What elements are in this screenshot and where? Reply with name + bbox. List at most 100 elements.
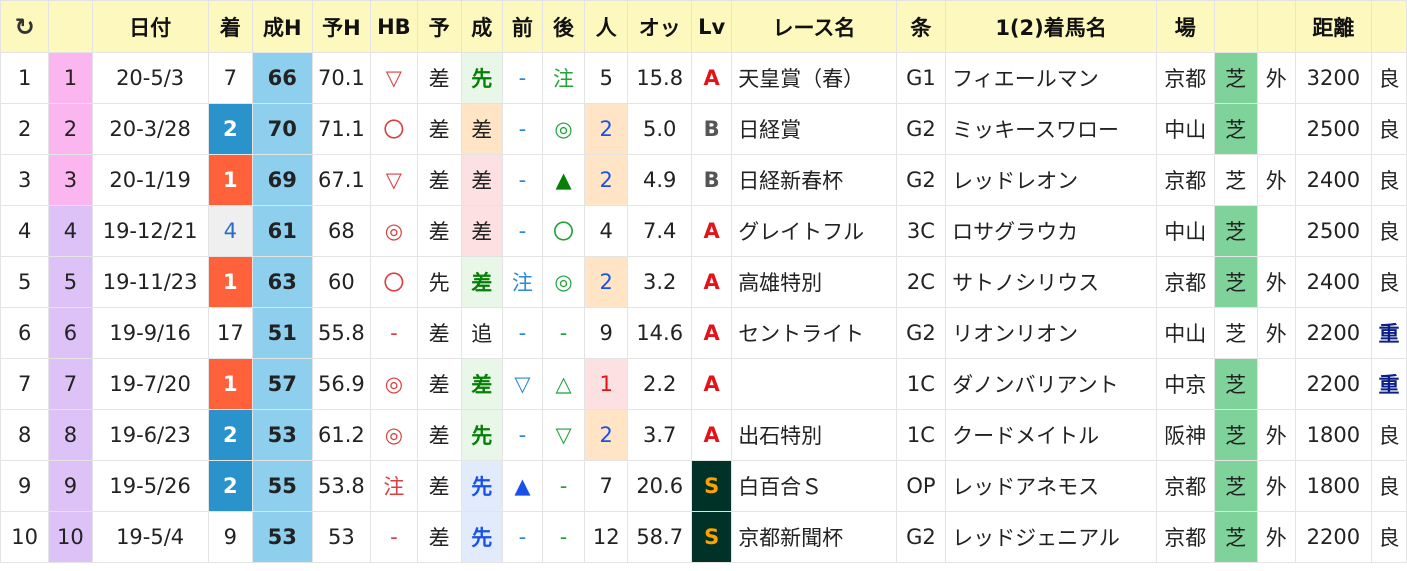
race-name[interactable]: グレイトフル	[731, 205, 897, 257]
header-sei[interactable]: 成	[460, 0, 503, 53]
header-date[interactable]: 日付	[91, 0, 209, 53]
row-index: 7	[0, 358, 50, 410]
horse-name[interactable]: レッドアネモス	[945, 460, 1157, 512]
header-sei-h[interactable]: 成H	[251, 0, 313, 53]
row-number: 2	[48, 103, 93, 155]
table-row[interactable]: 4 4 19-12/21 4 61 68 ◎ 差 差 - 〇 4 7.4 A グ…	[0, 205, 1407, 257]
sei-h-value: 51	[251, 307, 313, 359]
horse-name[interactable]: ロサグラウカ	[945, 205, 1157, 257]
inout	[1256, 103, 1296, 155]
header-place[interactable]: 場	[1155, 0, 1215, 53]
table-row[interactable]: 10 10 19-5/4 9 53 53 - 差 先 - - 12 58.7 S…	[0, 511, 1407, 563]
race-class: OP	[895, 460, 947, 512]
header-race-name[interactable]: レース名	[731, 0, 897, 53]
header-ato[interactable]: 後	[541, 0, 586, 53]
horse-name[interactable]: リオンリオン	[945, 307, 1157, 359]
distance: 2200	[1294, 307, 1372, 359]
race-name[interactable]: 日経新春杯	[731, 154, 897, 206]
header-finish[interactable]: 着	[207, 0, 253, 53]
distance: 2400	[1294, 256, 1372, 308]
hb-mark: ▽	[370, 52, 418, 104]
header-yo-h[interactable]: 予H	[311, 0, 372, 53]
sei-style: 差	[460, 154, 503, 206]
track-condition: 良	[1370, 460, 1407, 512]
sei-h-value: 63	[251, 256, 313, 308]
horse-name[interactable]: ダノンバリアント	[945, 358, 1157, 410]
level: S	[691, 511, 733, 563]
level: A	[691, 307, 733, 359]
header-class[interactable]: 条	[895, 0, 947, 53]
row-number: 8	[48, 409, 93, 461]
finish-position: 1	[207, 256, 253, 308]
refresh-icon[interactable]: ↻	[0, 0, 50, 53]
hb-mark: ◎	[370, 409, 418, 461]
horse-name[interactable]: ミッキースワロー	[945, 103, 1157, 155]
yo-h-value: 71.1	[311, 103, 372, 155]
race-name[interactable]: 日経賞	[731, 103, 897, 155]
popularity: 2	[584, 103, 629, 155]
popularity: 7	[584, 460, 629, 512]
sei-style: 追	[460, 307, 503, 359]
yoso-style: 差	[416, 52, 462, 104]
ato-mark: -	[541, 460, 586, 512]
odds: 58.7	[627, 511, 693, 563]
table-row[interactable]: 9 9 19-5/26 2 55 53.8 注 差 先 ▲ - 7 20.6 S…	[0, 460, 1407, 512]
mae-mark: -	[501, 154, 543, 206]
sei-style: 先	[460, 460, 503, 512]
header-yoso[interactable]: 予	[416, 0, 462, 53]
header-distance[interactable]: 距離	[1294, 0, 1372, 53]
row-number: 5	[48, 256, 93, 308]
race-name[interactable]: 高雄特別	[731, 256, 897, 308]
race-name[interactable]: 白百合Ｓ	[731, 460, 897, 512]
ato-mark: 注	[541, 52, 586, 104]
race-class: G2	[895, 103, 947, 155]
popularity: 5	[584, 52, 629, 104]
race-place: 京都	[1155, 256, 1215, 308]
row-number: 4	[48, 205, 93, 257]
level: B	[691, 154, 733, 206]
table-row[interactable]: 2 2 20-3/28 2 70 71.1 〇 差 差 - ◎ 2 5.0 B …	[0, 103, 1407, 155]
table-row[interactable]: 1 1 20-5/3 7 66 70.1 ▽ 差 先 - 注 5 15.8 A …	[0, 52, 1407, 104]
horse-name[interactable]: クードメイトル	[945, 409, 1157, 461]
track-condition: 良	[1370, 103, 1407, 155]
surface: 芝	[1213, 511, 1258, 563]
race-name[interactable]: 天皇賞（春）	[731, 52, 897, 104]
race-name[interactable]: 出石特別	[731, 409, 897, 461]
table-row[interactable]: 5 5 19-11/23 1 63 60 〇 先 差 注 ◎ 2 3.2 A 高…	[0, 256, 1407, 308]
level: A	[691, 358, 733, 410]
sei-style: 差	[460, 358, 503, 410]
header-horse-name[interactable]: 1(2)着馬名	[945, 0, 1157, 53]
race-name[interactable]	[731, 358, 897, 410]
distance: 2400	[1294, 154, 1372, 206]
yo-h-value: 67.1	[311, 154, 372, 206]
horse-name[interactable]: レッドジェニアル	[945, 511, 1157, 563]
hb-mark: ◎	[370, 358, 418, 410]
header-ninki[interactable]: 人	[584, 0, 629, 53]
popularity: 9	[584, 307, 629, 359]
yo-h-value: 68	[311, 205, 372, 257]
horse-name[interactable]: サトノシリウス	[945, 256, 1157, 308]
header-mae[interactable]: 前	[501, 0, 543, 53]
table-row[interactable]: 3 3 20-1/19 1 69 67.1 ▽ 差 差 - ▲ 2 4.9 B …	[0, 154, 1407, 206]
distance: 2500	[1294, 103, 1372, 155]
header-odds[interactable]: オッ	[627, 0, 693, 53]
race-place: 中京	[1155, 358, 1215, 410]
table-row[interactable]: 7 7 19-7/20 1 57 56.9 ◎ 差 差 ▽ △ 1 2.2 A …	[0, 358, 1407, 410]
horse-name[interactable]: レッドレオン	[945, 154, 1157, 206]
race-class: 1C	[895, 409, 947, 461]
race-date: 20-5/3	[91, 52, 209, 104]
header-lv[interactable]: Lv	[691, 0, 733, 53]
race-class: 2C	[895, 256, 947, 308]
header-hb[interactable]: HB	[370, 0, 418, 53]
track-condition: 良	[1370, 154, 1407, 206]
mae-mark: -	[501, 205, 543, 257]
inout	[1256, 205, 1296, 257]
surface: 芝	[1213, 256, 1258, 308]
horse-name[interactable]: フィエールマン	[945, 52, 1157, 104]
race-name[interactable]: 京都新聞杯	[731, 511, 897, 563]
table-row[interactable]: 6 6 19-9/16 17 51 55.8 - 差 追 - - 9 14.6 …	[0, 307, 1407, 359]
sei-style: 差	[460, 205, 503, 257]
table-row[interactable]: 8 8 19-6/23 2 53 61.2 ◎ 差 先 - ▽ 2 3.7 A …	[0, 409, 1407, 461]
row-index: 2	[0, 103, 50, 155]
race-name[interactable]: セントライト	[731, 307, 897, 359]
